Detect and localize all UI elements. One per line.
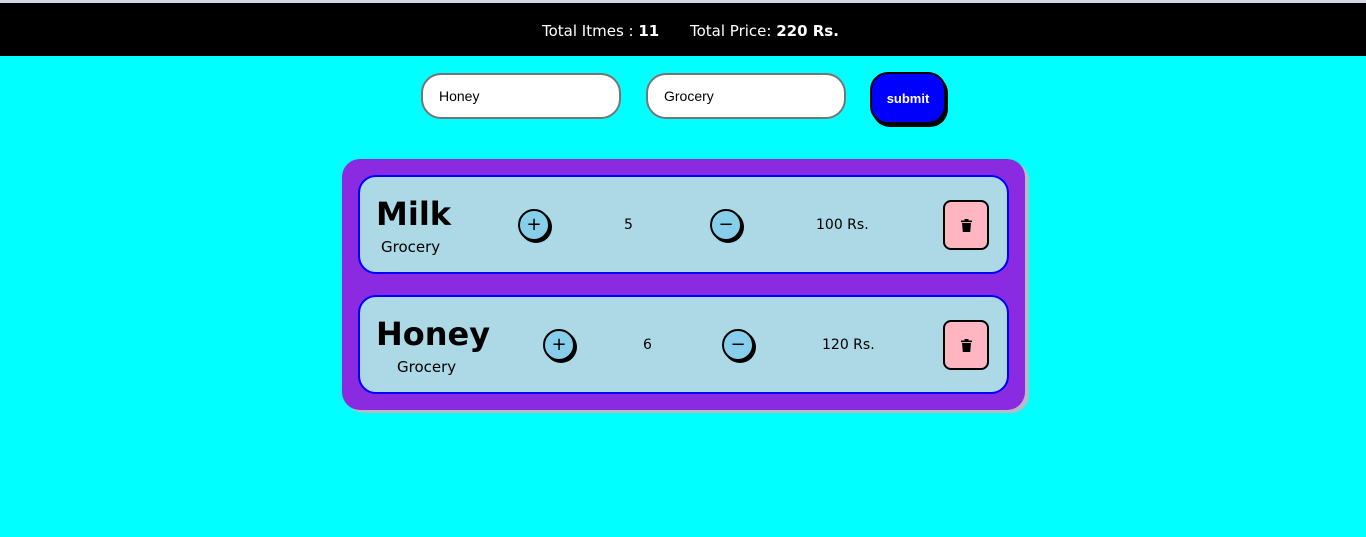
total-price-stat: Total Price: 220 Rs. (690, 22, 839, 40)
summary-header: Total Itmes : 11 Total Price: 220 Rs. (0, 3, 1366, 56)
total-items-stat: Total Itmes : 11 (542, 22, 659, 40)
item-quantity: 6 (643, 337, 652, 353)
decrement-button[interactable]: − (722, 329, 754, 361)
item-category: Grocery (397, 358, 457, 376)
item-category-input[interactable] (646, 73, 846, 119)
submit-button[interactable]: submit (870, 72, 946, 124)
total-price-label: Total Price: (690, 22, 777, 40)
item-name: Honey (376, 315, 491, 353)
trash-icon (961, 219, 972, 232)
item-category: Grocery (381, 238, 441, 256)
increment-button[interactable]: + (543, 329, 575, 361)
item-price: 120 Rs. (822, 337, 875, 353)
increment-button[interactable]: + (518, 209, 550, 241)
item-name: Milk (376, 195, 452, 233)
cart-item-honey: Honey Grocery + 6 − 120 Rs. (358, 295, 1009, 394)
cart-panel: Milk Grocery + 5 − 100 Rs. Honey Grocery… (342, 159, 1025, 410)
decrement-button[interactable]: − (710, 209, 742, 241)
trash-icon (961, 339, 972, 352)
item-quantity: 5 (624, 217, 633, 233)
item-name-input[interactable] (421, 73, 621, 119)
total-price-value: 220 Rs. (776, 22, 839, 40)
total-items-value: 11 (638, 22, 660, 40)
total-items-label: Total Itmes : (542, 22, 639, 40)
delete-button[interactable] (943, 320, 989, 370)
item-price: 100 Rs. (816, 217, 869, 233)
cart-item-milk: Milk Grocery + 5 − 100 Rs. (358, 175, 1009, 274)
delete-button[interactable] (943, 200, 989, 250)
